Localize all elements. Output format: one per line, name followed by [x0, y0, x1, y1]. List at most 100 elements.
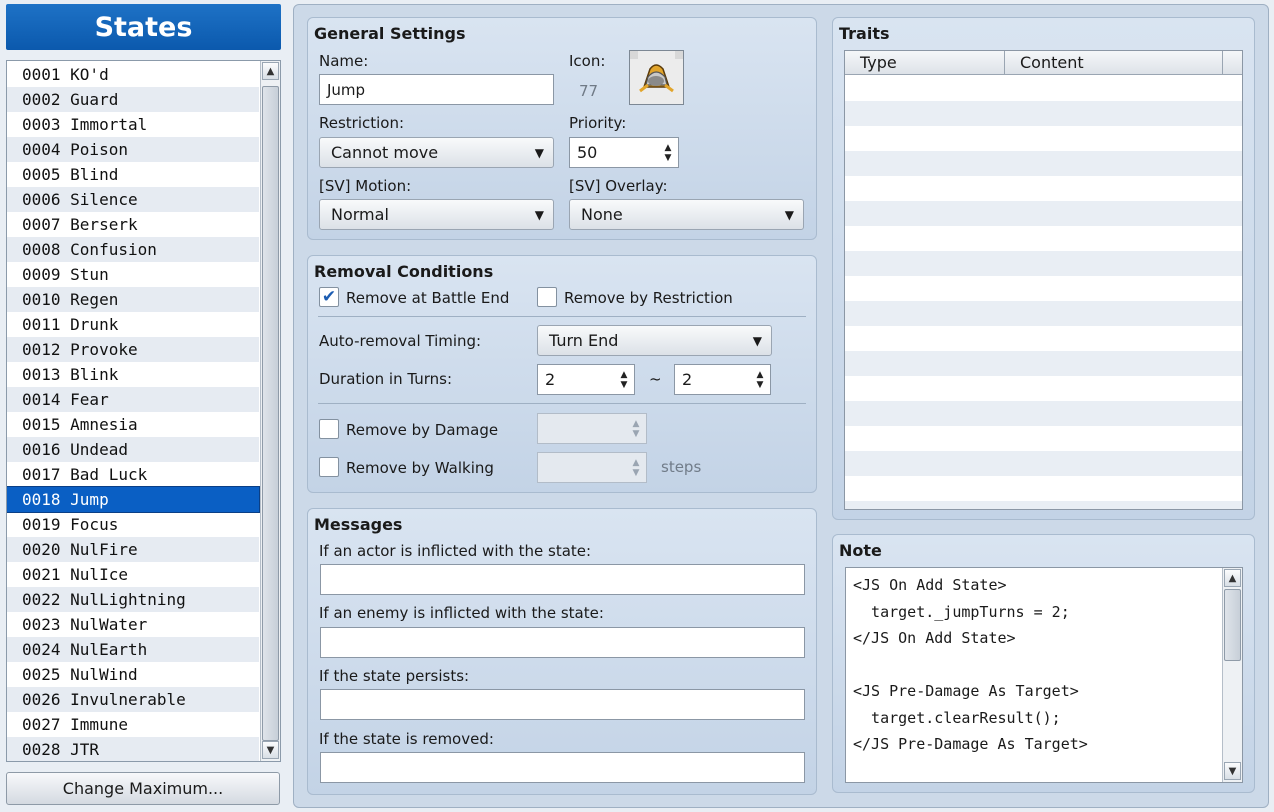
list-item[interactable]: 0010 Regen [7, 287, 259, 312]
table-row[interactable] [845, 376, 1242, 401]
removed-message-input[interactable] [320, 752, 805, 783]
table-row[interactable] [845, 126, 1242, 151]
table-row[interactable] [845, 226, 1242, 251]
persists-message-input[interactable] [320, 689, 805, 720]
checkmark-icon: ✔ [321, 287, 337, 307]
scroll-up-icon[interactable]: ▲ [1224, 569, 1241, 587]
list-item[interactable]: 0003 Immortal [7, 112, 259, 137]
list-item[interactable]: 0026 Invulnerable [7, 687, 259, 712]
content-column-header[interactable]: Content [1005, 51, 1223, 75]
table-row[interactable] [845, 326, 1242, 351]
table-row[interactable] [845, 451, 1242, 476]
list-scrollbar[interactable]: ▲ ▼ [260, 61, 280, 761]
list-item[interactable]: 0018 Jump [7, 486, 260, 513]
name-label: Name: [319, 52, 369, 70]
duration-min-stepper[interactable]: 2 ▲ ▼ [537, 364, 635, 395]
list-item[interactable]: 0023 NulWater [7, 612, 259, 637]
table-row[interactable] [845, 301, 1242, 326]
note-line: </JS Pre-Damage As Target> [853, 735, 1088, 753]
remove-by-restriction-label: Remove by Restriction [564, 289, 733, 307]
header-filler [1223, 51, 1242, 75]
duration-max-stepper[interactable]: 2 ▲ ▼ [674, 364, 771, 395]
removal-conditions-title: Removal Conditions [314, 262, 494, 281]
overlay-select[interactable]: None ▼ [569, 199, 804, 230]
stepper-arrows-icon[interactable]: ▲ ▼ [755, 367, 765, 392]
list-item[interactable]: 0009 Stun [7, 262, 259, 287]
list-item[interactable]: 0025 NulWind [7, 662, 259, 687]
scroll-down-icon[interactable]: ▼ [262, 741, 279, 759]
list-item[interactable]: 0022 NulLightning [7, 587, 259, 612]
actor-message-input[interactable] [320, 564, 805, 595]
list-item[interactable]: 0019 Focus [7, 512, 259, 537]
list-item[interactable]: 0021 NulIce [7, 562, 259, 587]
restriction-checkbox[interactable] [537, 287, 557, 307]
scroll-thumb[interactable] [1224, 589, 1241, 661]
timing-select[interactable]: Turn End ▼ [537, 325, 772, 356]
table-row[interactable] [845, 401, 1242, 426]
list-item[interactable]: 0016 Undead [7, 437, 259, 462]
chevron-down-icon: ▼ [752, 333, 762, 348]
walking-checkbox[interactable] [319, 457, 339, 477]
list-item[interactable]: 0015 Amnesia [7, 412, 259, 437]
priority-stepper[interactable]: 50 ▲ ▼ [569, 137, 679, 168]
note-title: Note [839, 541, 882, 560]
list-item[interactable]: 0004 Poison [7, 137, 259, 162]
list-item[interactable]: 0006 Silence [7, 187, 259, 212]
list-item[interactable]: 0007 Berserk [7, 212, 259, 237]
list-item[interactable]: 0020 NulFire [7, 537, 259, 562]
type-column-header[interactable]: Type [845, 51, 1005, 75]
scroll-up-icon[interactable]: ▲ [262, 62, 279, 80]
change-maximum-button[interactable]: Change Maximum... [6, 772, 280, 805]
stepper-arrows-icon[interactable]: ▲ ▼ [663, 140, 673, 165]
duration-tilde: ~ [649, 370, 662, 388]
list-item[interactable]: 0001 KO'd [7, 62, 259, 87]
list-item[interactable]: 0014 Fear [7, 387, 259, 412]
traits-table[interactable]: Type Content [844, 50, 1243, 510]
list-item[interactable]: 0005 Blind [7, 162, 259, 187]
damage-stepper[interactable]: ▲ ▼ [537, 413, 647, 444]
timing-label: Auto-removal Timing: [319, 332, 482, 350]
stepper-arrows-icon[interactable]: ▲ ▼ [619, 367, 629, 392]
steps-label: steps [661, 458, 702, 476]
scroll-thumb[interactable] [262, 86, 279, 741]
list-item[interactable]: 0017 Bad Luck [7, 462, 259, 487]
states-list[interactable]: 0001 KO'd 0002 Guard 0003 Immortal 0004 Poi… [6, 60, 281, 762]
list-item[interactable]: 0028 JTR [7, 737, 259, 761]
enemy-message-input[interactable] [320, 627, 805, 658]
list-item[interactable]: 0024 NulEarth [7, 637, 259, 662]
table-row[interactable] [845, 426, 1242, 451]
list-item[interactable]: 0002 Guard [7, 87, 259, 112]
motion-value: Normal [331, 205, 389, 224]
table-row[interactable] [845, 501, 1242, 509]
damage-checkbox[interactable] [319, 419, 339, 439]
table-row[interactable] [845, 201, 1242, 226]
scroll-down-icon[interactable]: ▼ [1224, 762, 1241, 780]
list-item[interactable]: 0013 Blink [7, 362, 259, 387]
walking-stepper[interactable]: ▲ ▼ [537, 452, 647, 483]
timing-value: Turn End [549, 331, 619, 350]
table-row[interactable] [845, 251, 1242, 276]
table-row[interactable] [845, 76, 1242, 101]
table-row[interactable] [845, 101, 1242, 126]
list-item[interactable]: 0012 Provoke [7, 337, 259, 362]
duration-max-value: 2 [682, 370, 693, 389]
traits-title: Traits [839, 24, 890, 43]
overlay-label: [SV] Overlay: [569, 177, 668, 195]
list-item[interactable]: 0027 Immune [7, 712, 259, 737]
note-scrollbar[interactable]: ▲ ▼ [1222, 568, 1242, 782]
name-input[interactable]: Jump [319, 74, 554, 105]
table-row[interactable] [845, 476, 1242, 501]
motion-select[interactable]: Normal ▼ [319, 199, 554, 230]
list-item[interactable]: 0011 Drunk [7, 312, 259, 337]
list-item[interactable]: 0008 Confusion [7, 237, 259, 262]
duration-label: Duration in Turns: [319, 370, 453, 388]
priority-label: Priority: [569, 114, 627, 132]
restriction-select[interactable]: Cannot move ▼ [319, 137, 554, 168]
table-row[interactable] [845, 351, 1242, 376]
note-textarea[interactable]: <JS On Add State> target._jumpTurns = 2;… [845, 567, 1243, 783]
table-row[interactable] [845, 176, 1242, 201]
icon-picker[interactable] [629, 50, 684, 105]
table-row[interactable] [845, 276, 1242, 301]
table-row[interactable] [845, 151, 1242, 176]
battle-end-checkbox[interactable]: ✔ [319, 287, 339, 307]
